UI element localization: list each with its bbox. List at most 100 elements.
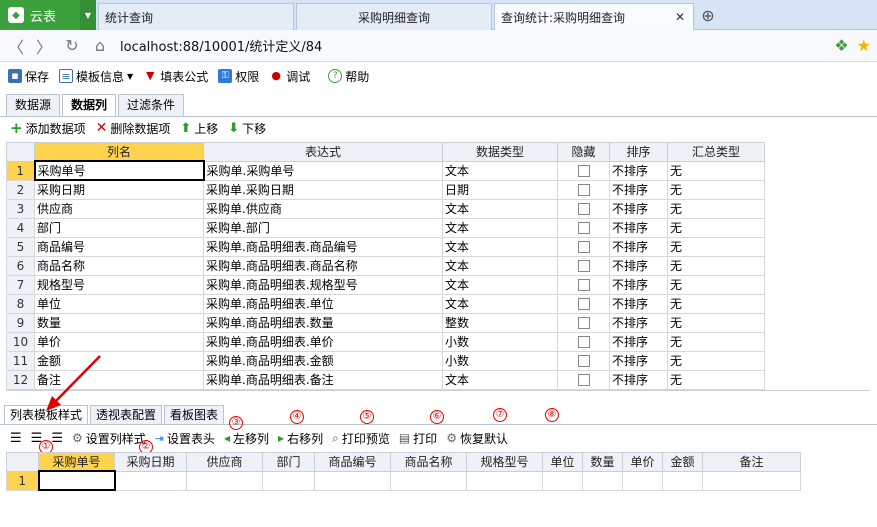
hidden-checkbox-cell[interactable] [557, 179, 610, 200]
column-name-cell[interactable]: 规格型号 [34, 274, 204, 295]
data-type-cell[interactable]: 文本 [442, 198, 558, 219]
sort-cell[interactable]: 不排序 [609, 255, 668, 276]
column-header[interactable]: 备注 [702, 452, 801, 472]
hidden-checkbox-cell[interactable] [557, 255, 610, 276]
align-left-icon[interactable]: ☰ [10, 431, 22, 446]
expression-cell[interactable]: 采购单.商品明细表.单位 [203, 293, 443, 314]
sort-cell[interactable]: 不排序 [609, 312, 668, 333]
table-cell[interactable] [114, 470, 187, 491]
data-type-cell[interactable]: 文本 [442, 160, 558, 181]
data-type-cell[interactable]: 文本 [442, 255, 558, 276]
table-row[interactable]: 6 商品名称 采购单.商品明细表.商品名称 文本 不排序无 [6, 255, 765, 276]
aggregate-type-cell[interactable]: 无 [667, 179, 765, 200]
hidden-checkbox[interactable] [577, 279, 590, 291]
move-up-button[interactable]: ⬆ 上移 [180, 120, 218, 137]
back-icon[interactable]: 〈 [4, 34, 28, 58]
print-button[interactable]: ▤ 打印 [399, 430, 437, 447]
permission-button[interactable]: ⚿ 权限 [218, 68, 259, 85]
column-header[interactable]: 隐藏 [557, 142, 610, 162]
move-down-button[interactable]: ⬇ 下移 [228, 120, 266, 137]
table-cell[interactable] [37, 470, 116, 491]
expression-cell[interactable]: 采购单.部门 [203, 217, 443, 238]
align-right-icon[interactable]: ☰ [51, 431, 63, 446]
column-header[interactable]: 规格型号 [466, 452, 543, 472]
hidden-checkbox[interactable] [577, 241, 590, 253]
column-name-cell[interactable]: 商品名称 [34, 255, 204, 276]
sort-cell[interactable]: 不排序 [609, 350, 668, 371]
hidden-checkbox[interactable] [577, 317, 590, 329]
data-type-cell[interactable]: 文本 [442, 217, 558, 238]
print-preview-button[interactable]: ⌕ 打印预览 [332, 430, 390, 447]
hidden-checkbox[interactable] [577, 203, 590, 215]
sort-cell[interactable]: 不排序 [609, 274, 668, 295]
hidden-checkbox[interactable] [577, 298, 590, 310]
set-column-style-button[interactable]: ⚙ 设置列样式 [72, 430, 146, 447]
data-type-cell[interactable]: 文本 [442, 274, 558, 295]
hidden-checkbox-cell[interactable] [557, 331, 610, 352]
restore-default-button[interactable]: ⚙ 恢复默认 [446, 430, 508, 447]
data-type-cell[interactable]: 小数 [442, 350, 558, 371]
favorite-star-icon[interactable]: ★ [857, 36, 871, 55]
debug-button[interactable]: ● 调试 [269, 68, 310, 85]
table-cell[interactable] [186, 470, 263, 491]
table-cell[interactable] [702, 470, 801, 491]
aggregate-type-cell[interactable]: 无 [667, 198, 765, 219]
sort-cell[interactable]: 不排序 [609, 160, 668, 181]
aggregate-type-cell[interactable]: 无 [667, 274, 765, 295]
column-header[interactable]: 金额 [662, 452, 703, 472]
table-row[interactable]: 5 商品编号 采购单.商品明细表.商品编号 文本 不排序无 [6, 236, 765, 257]
sort-cell[interactable]: 不排序 [609, 236, 668, 257]
move-column-right-button[interactable]: ▸ 右移列 [278, 430, 323, 447]
expression-cell[interactable]: 采购单.采购单号 [203, 160, 443, 181]
forward-icon[interactable]: 〉 [32, 34, 56, 58]
column-name-cell[interactable]: 单价 [34, 331, 204, 352]
table-cell[interactable] [466, 470, 543, 491]
table-row[interactable]: 4 部门 采购单.部门 文本 不排序无 [6, 217, 765, 238]
aggregate-type-cell[interactable]: 无 [667, 350, 765, 371]
column-header[interactable]: 单位 [542, 452, 583, 472]
hidden-checkbox[interactable] [577, 336, 590, 348]
tab-purchase-detail-query[interactable]: 采购明细查询 [296, 3, 492, 30]
expression-cell[interactable]: 采购单.商品明细表.金额 [203, 350, 443, 371]
sort-cell[interactable]: 不排序 [609, 217, 668, 238]
add-item-button[interactable]: + 添加数据项 [10, 119, 86, 137]
column-header[interactable]: 列名 [34, 142, 204, 162]
expression-cell[interactable]: 采购单.商品明细表.规格型号 [203, 274, 443, 295]
tab-dashboard-chart[interactable]: 看板图表 [164, 405, 225, 424]
app-shortcut-icon[interactable]: ❖ [834, 36, 848, 55]
tab-filter-conditions[interactable]: 过滤条件 [118, 94, 185, 116]
column-name-cell[interactable]: 供应商 [34, 198, 204, 219]
column-name-cell[interactable]: 金额 [34, 350, 204, 371]
hidden-checkbox-cell[interactable] [557, 293, 610, 314]
hidden-checkbox[interactable] [577, 165, 590, 177]
save-button[interactable]: ▪ 保存 [8, 68, 49, 85]
aggregate-type-cell[interactable]: 无 [667, 160, 765, 181]
hidden-checkbox-cell[interactable] [557, 312, 610, 333]
hidden-checkbox[interactable] [577, 184, 590, 196]
column-name-cell[interactable]: 备注 [34, 369, 204, 390]
expression-cell[interactable]: 采购单.商品明细表.商品名称 [203, 255, 443, 276]
table-cell[interactable] [542, 470, 583, 491]
hidden-checkbox-cell[interactable] [557, 198, 610, 219]
table-row[interactable]: 2 采购日期 采购单.采购日期 日期 不排序无 [6, 179, 765, 200]
table-cell[interactable] [662, 470, 703, 491]
table-cell[interactable] [390, 470, 467, 491]
url-text[interactable]: localhost:88/10001/统计定义/84 [120, 36, 322, 55]
data-type-cell[interactable]: 日期 [442, 179, 558, 200]
aggregate-type-cell[interactable]: 无 [667, 255, 765, 276]
app-menu-button[interactable]: ◆ 云表 [0, 0, 80, 30]
column-header[interactable]: 数据类型 [442, 142, 558, 162]
hidden-checkbox[interactable] [577, 222, 590, 234]
set-header-button[interactable]: ⇥ 设置表头 [155, 430, 215, 447]
tab-datasource[interactable]: 数据源 [6, 94, 61, 116]
column-name-cell[interactable]: 单位 [34, 293, 204, 314]
hidden-checkbox[interactable] [577, 260, 590, 272]
tab-query-purchase-detail[interactable]: 查询统计:采购明细查询 ✕ [494, 3, 694, 30]
home-icon[interactable]: ⌂ [88, 36, 112, 55]
column-name-cell[interactable]: 采购单号 [33, 160, 205, 181]
sort-cell[interactable]: 不排序 [609, 369, 668, 390]
column-header[interactable]: 采购单号 [38, 452, 115, 472]
column-header[interactable]: 表达式 [203, 142, 443, 162]
column-header[interactable]: 供应商 [186, 452, 263, 472]
table-cell[interactable] [582, 470, 623, 491]
